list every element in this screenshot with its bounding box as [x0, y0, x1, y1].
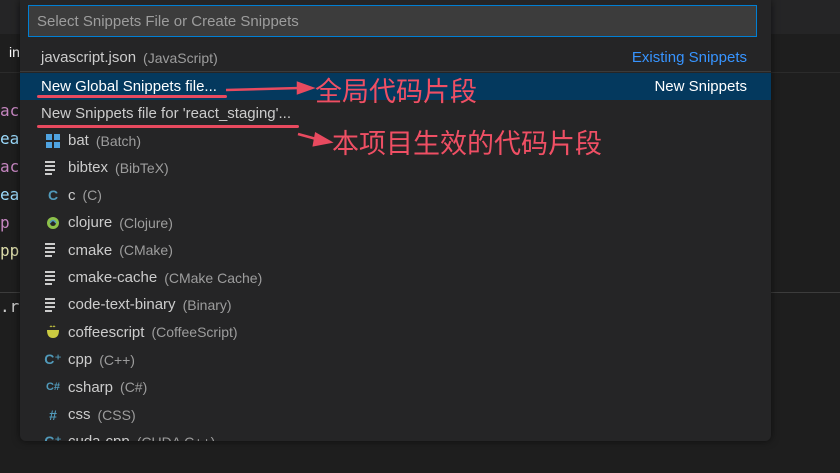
arrow-global-line — [225, 86, 301, 92]
annotation-global-text: 全局代码片段 — [315, 77, 477, 108]
arrow-project-head — [312, 132, 334, 147]
project-underline — [37, 125, 299, 128]
annotation-project-text: 本项目生效的代码片段 — [332, 129, 602, 160]
arrow-global-head — [296, 81, 316, 95]
